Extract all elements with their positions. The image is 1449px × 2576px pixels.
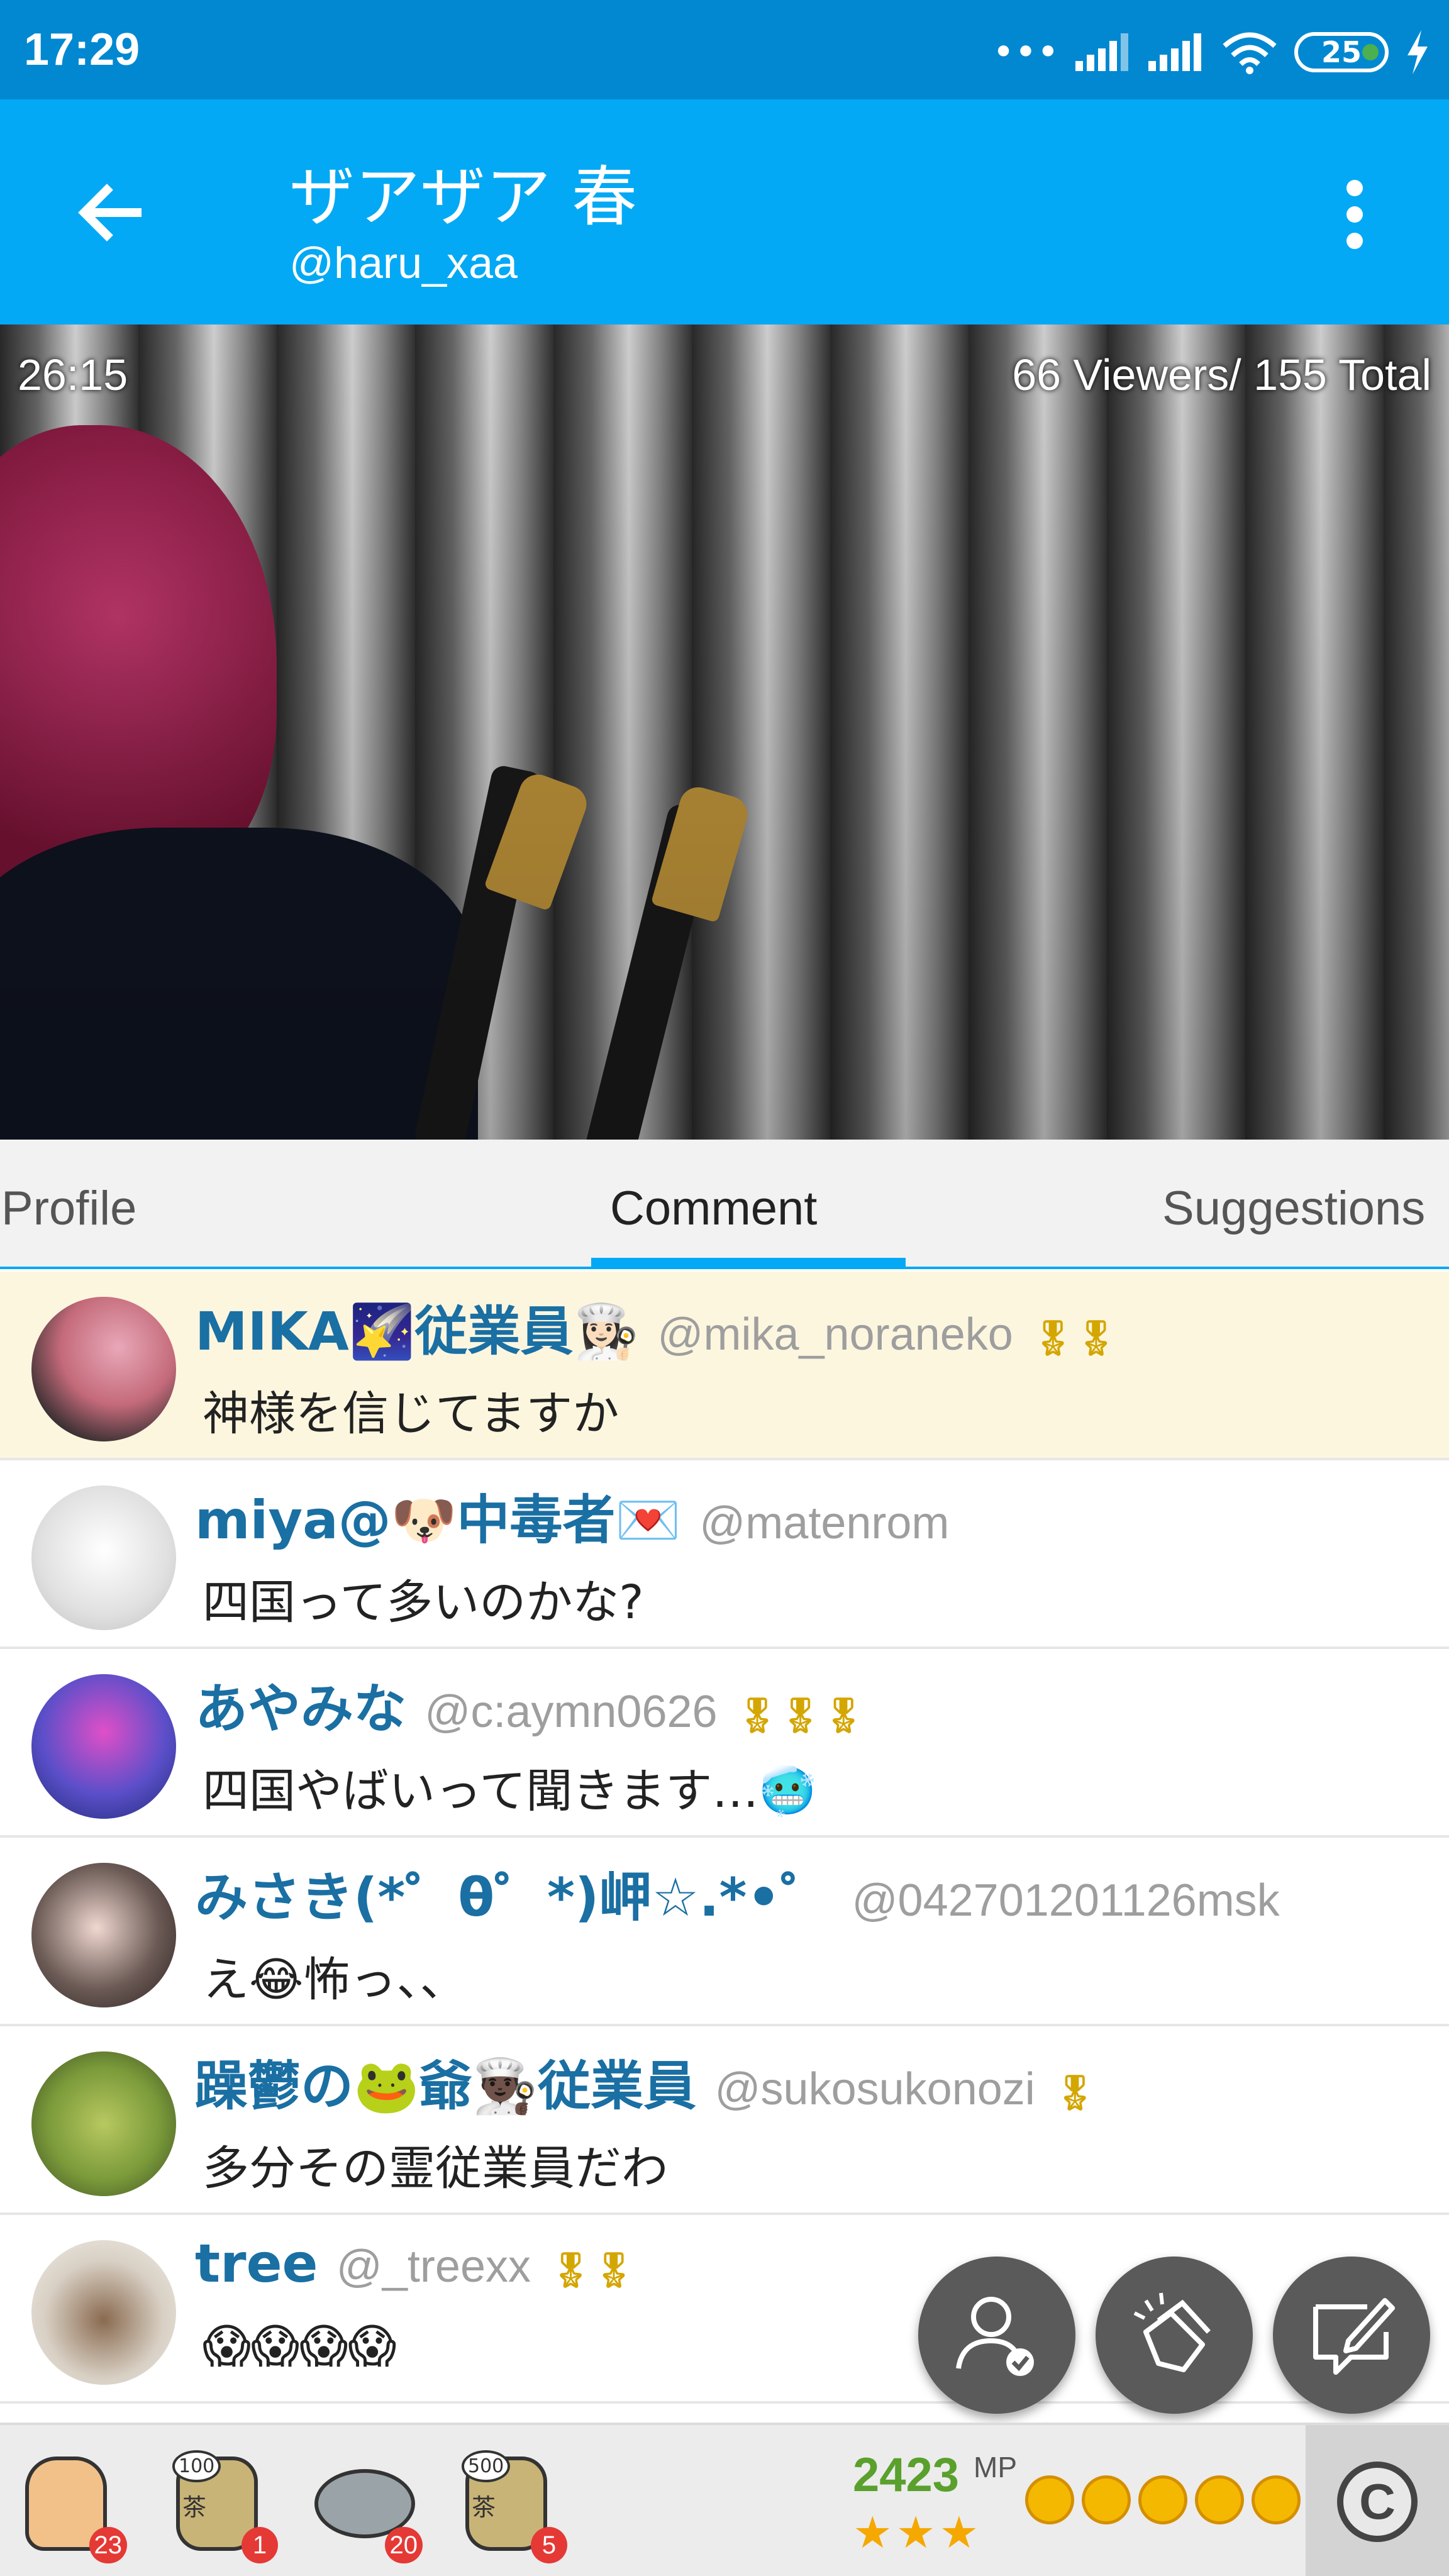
gift-tier: 100 [172, 2450, 221, 2482]
tab-bar: Profile Comment Suggestions [0, 1140, 1449, 1269]
c-icon: C [1337, 2462, 1418, 2542]
coin-icon [1195, 2475, 1244, 2524]
tab-profile[interactable]: Profile [1, 1181, 136, 1236]
gift-count: 20 [384, 2527, 423, 2563]
gift-clap[interactable]: 23 [6, 2444, 132, 2563]
medal-icon: 🎖🎖 [549, 2250, 636, 2290]
coin-icon [1138, 2475, 1187, 2524]
coin-icon [1252, 2475, 1301, 2524]
comment-list[interactable]: MIKA🌠従業員👩🏻‍🍳 @mika_noraneko 🎖🎖 神様を信じてますか… [0, 1272, 1449, 2423]
comment-text: え😂怖っ、、 [203, 1953, 467, 2007]
medal-icon: 🎖 [1053, 2073, 1097, 2112]
live-video[interactable]: 26:15 66 Viewers/ 155 Total [0, 325, 1449, 1140]
avatar[interactable] [31, 1674, 176, 1819]
write-comment-icon [1313, 2298, 1395, 2375]
notification-dots-icon: ••• [992, 30, 1059, 74]
follow-button[interactable] [918, 2257, 1075, 2414]
comment-text: 四国って多いのかな? [203, 1575, 644, 1629]
wifi-icon [1223, 32, 1277, 74]
more-options-icon[interactable] [1336, 180, 1374, 255]
stream-elapsed-time: 26:15 [18, 350, 128, 399]
rank-stars: ★★★ [853, 2507, 983, 2558]
signal-icon-2 [1148, 33, 1201, 71]
medal-icon: 🎖🎖 [1031, 1318, 1118, 1358]
back-arrow-icon[interactable] [68, 169, 156, 257]
gift-label: 茶 [182, 2494, 207, 2521]
avatar[interactable] [31, 1485, 176, 1630]
broadcaster-name: ザアザア 春 [289, 158, 638, 235]
comment-item[interactable]: MIKA🌠従業員👩🏻‍🍳 @mika_noraneko 🎖🎖 神様を信じてますか [0, 1272, 1449, 1460]
avatar[interactable] [31, 2051, 176, 2196]
tab-suggestions[interactable]: Suggestions [1162, 1181, 1425, 1236]
comment-item[interactable]: みさき(*゜θ゜*)岬☆.*•゜ @042701201126msk え😂怖っ、、 [0, 1838, 1449, 2026]
comment-handle: @sukosukonozi [714, 2064, 1035, 2114]
comment-item[interactable]: miya@🐶中毒者💌 @matenrom 四国って多いのかな? [0, 1460, 1449, 1649]
gift-tea-500[interactable]: 500 茶 5 [447, 2444, 572, 2563]
write-comment-button[interactable] [1273, 2257, 1430, 2414]
coin-row [1025, 2475, 1301, 2524]
battery-icon: 25 [1294, 32, 1389, 72]
app-bar: ザアザア 春 @haru_xaa [0, 99, 1449, 325]
clap-button[interactable] [1096, 2257, 1253, 2414]
avatar[interactable] [31, 1863, 176, 2007]
comment-handle: @_treexx [336, 2241, 531, 2292]
coin-icon [1025, 2475, 1074, 2524]
comment-author: あやみな @c:aymn0626 🎖🎖🎖 [195, 1678, 865, 1740]
comment-item[interactable]: あやみな @c:aymn0626 🎖🎖🎖 四国やばいって聞きます…🥶 [0, 1649, 1449, 1838]
comment-handle: @matenrom [699, 1498, 950, 1548]
gift-count: 23 [89, 2527, 127, 2563]
comment-text: 神様を信じてますか [203, 1387, 619, 1441]
c-button[interactable]: C [1306, 2425, 1449, 2576]
comment-text: 😱😱😱😱 [203, 2319, 397, 2373]
gift-bar: 23 100 茶 1 20 500 茶 5 2423 MP ★★★ C [0, 2423, 1449, 2576]
medal-icon: 🎖🎖🎖 [735, 1696, 865, 1735]
mp-unit: MP [974, 2451, 1017, 2484]
comment-author: miya@🐶中毒者💌 @matenrom [195, 1489, 950, 1551]
comment-author: MIKA🌠従業員👩🏻‍🍳 @mika_noraneko 🎖🎖 [195, 1301, 1118, 1362]
mp-points: 2423 [853, 2448, 960, 2502]
comment-author: 躁鬱の🐸爺👨🏿‍🍳従業員 @sukosukonozi 🎖 [195, 2055, 1097, 2117]
status-bar: 17:29 ••• 25 [0, 0, 1449, 99]
broadcaster-handle: @haru_xaa [289, 238, 518, 287]
viewer-count: 66 Viewers/ 155 Total [1012, 350, 1431, 399]
status-icons: ••• 25 [992, 24, 1430, 80]
charging-icon [1407, 30, 1428, 74]
gift-count: 5 [531, 2527, 567, 2563]
gift-disc[interactable]: 20 [302, 2444, 428, 2563]
gift-tier: 500 [462, 2450, 511, 2482]
active-tab-indicator [591, 1258, 906, 1268]
battery-level: 25 [1321, 35, 1362, 69]
comment-handle: @c:aymn0626 [425, 1687, 718, 1737]
avatar[interactable] [31, 1297, 176, 1441]
comment-handle: @042701201126msk [852, 1875, 1280, 1926]
tab-comment[interactable]: Comment [610, 1181, 817, 1236]
status-time: 17:29 [24, 25, 140, 75]
comment-text: 多分その霊従業員だわ [203, 2141, 668, 2196]
comment-handle: @mika_noraneko [657, 1309, 1013, 1360]
clap-icon [1133, 2292, 1211, 2372]
comment-item[interactable]: 躁鬱の🐸爺👨🏿‍🍳従業員 @sukosukonozi 🎖 多分その霊従業員だわ [0, 2026, 1449, 2215]
gift-tea-100[interactable]: 100 茶 1 [157, 2444, 283, 2563]
avatar[interactable] [31, 2240, 176, 2385]
gift-label: 茶 [472, 2494, 496, 2521]
signal-icon [1075, 33, 1128, 71]
gift-count: 1 [242, 2527, 278, 2563]
comment-author: みさき(*゜θ゜*)岬☆.*•゜ @042701201126msk [195, 1867, 1280, 1928]
comment-author: tree @_treexx 🎖🎖 [195, 2233, 636, 2294]
follow-user-icon [956, 2297, 1034, 2376]
coin-icon [1082, 2475, 1131, 2524]
comment-text: 四国やばいって聞きます…🥶 [203, 1764, 817, 1818]
